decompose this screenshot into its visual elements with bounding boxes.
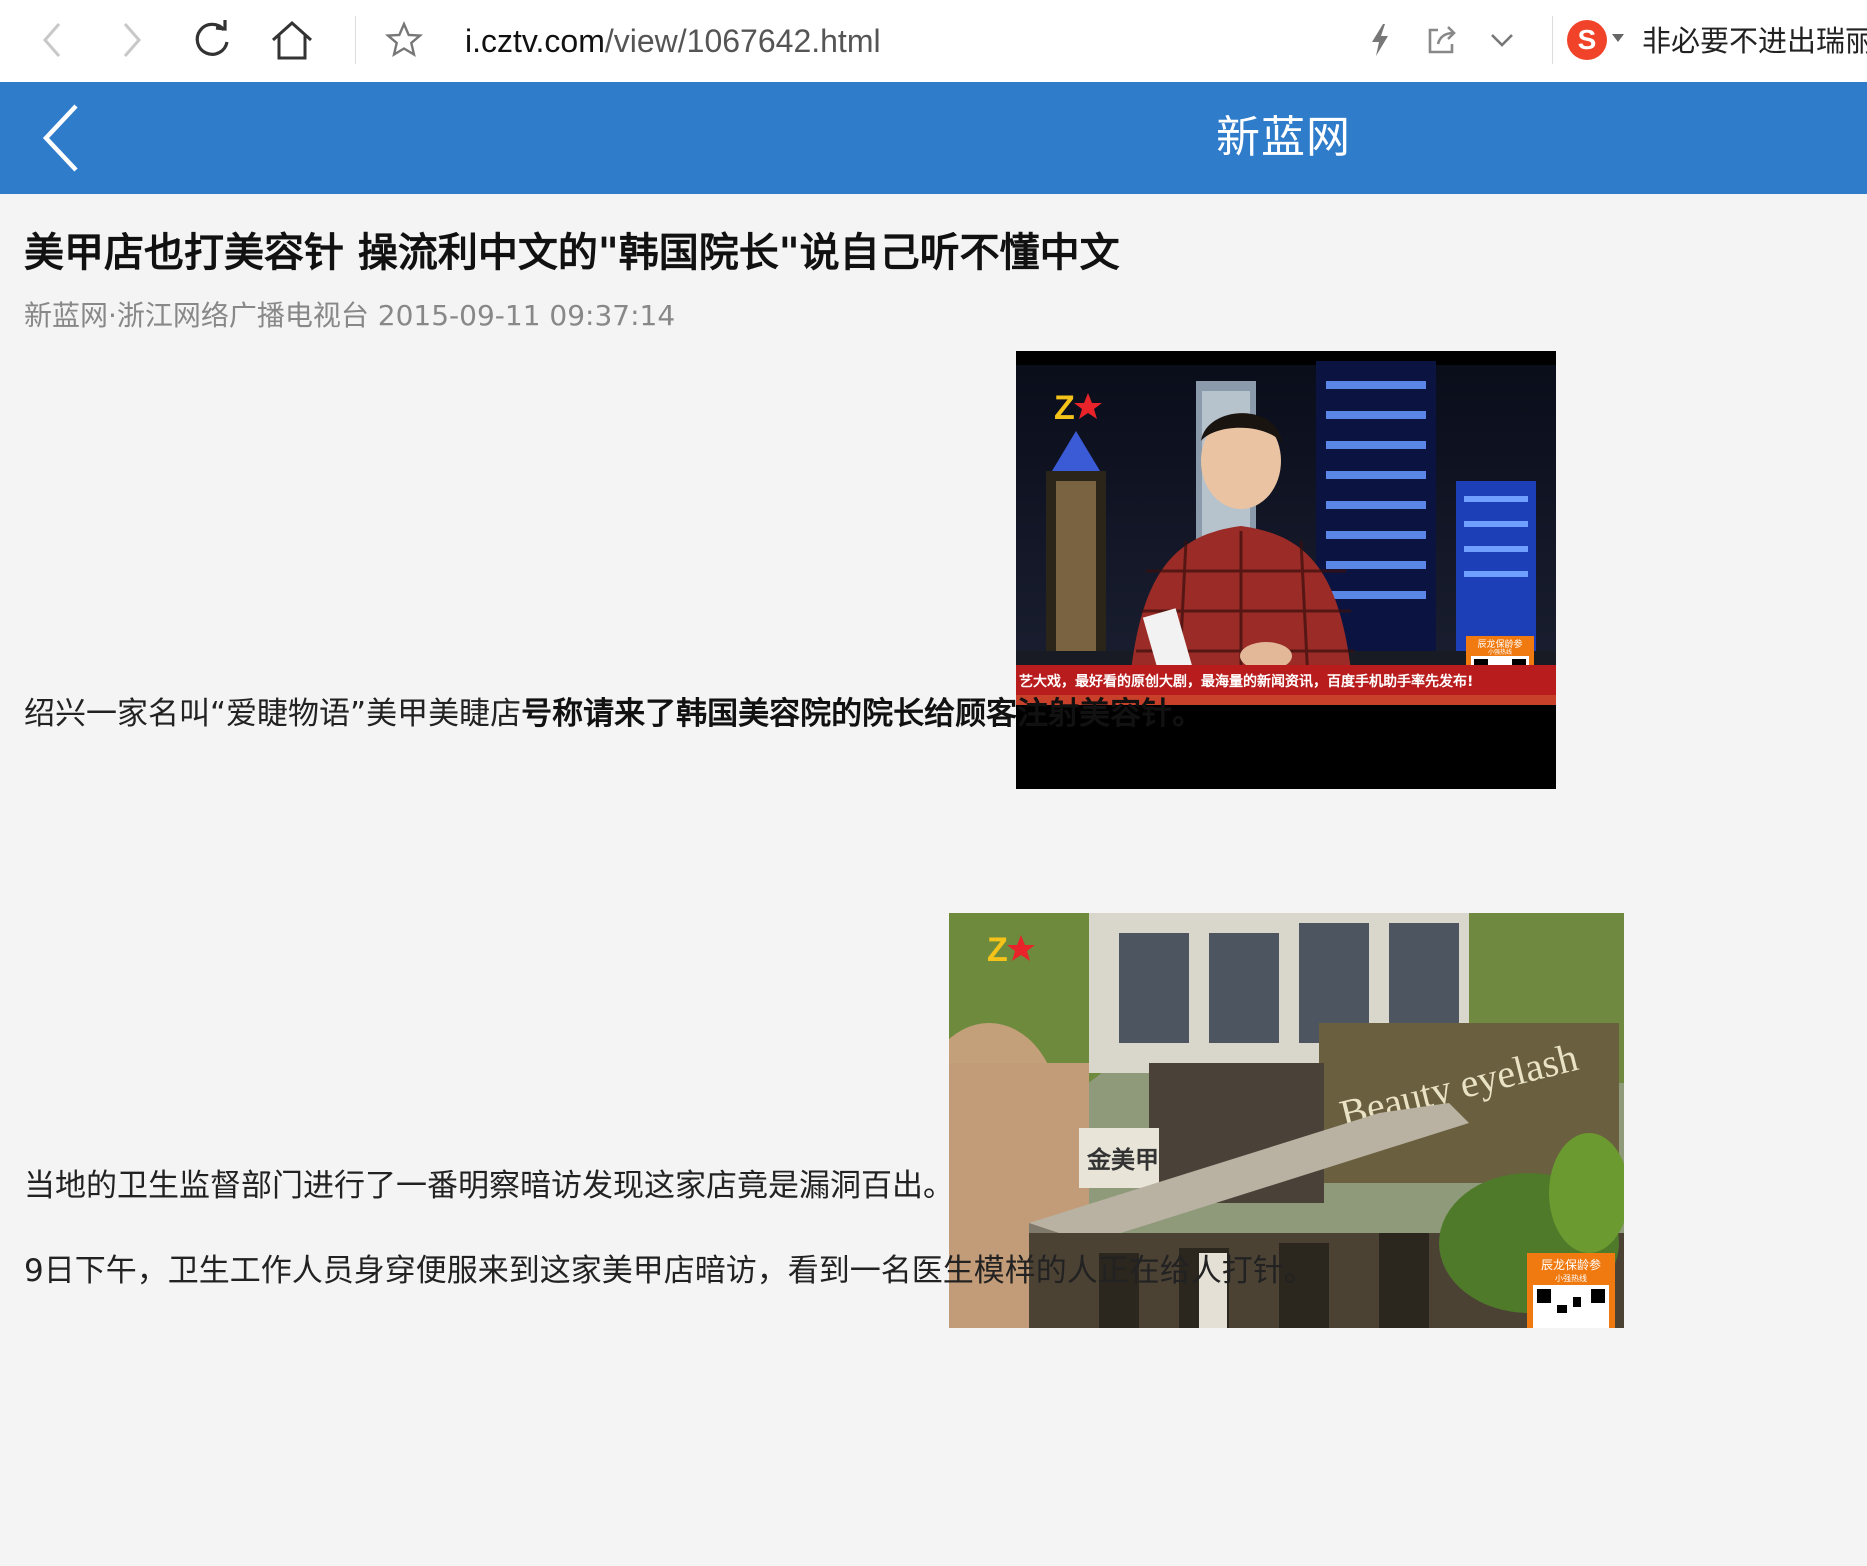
paragraph-1: 绍兴一家名叫“爱睫物语”美甲美睫店号称请来了韩国美容院的院长给顾客注射美容针。: [24, 688, 1203, 733]
lightning-icon[interactable]: [1356, 16, 1404, 64]
share-icon[interactable]: [1418, 16, 1466, 64]
paragraph-3: 9日下午，卫生工作人员身穿便服来到这家美甲店暗访，看到一名医生模样的人正在给人打…: [24, 1253, 1315, 1289]
paragraph-1-bold: 号称请来了韩国美容院的院长给顾客注射美容针。: [521, 696, 1204, 732]
article-meta: 新蓝网·浙江网络广播电视台 2015-09-11 09:37:14: [24, 299, 676, 332]
back-button[interactable]: [30, 98, 90, 178]
site-title: 新蓝网: [0, 82, 1867, 194]
browser-toolbar: i.cztv.com/view/1067642.html S 非必要不进出瑞丽: [0, 0, 1867, 83]
site-title-text: 新蓝网: [1216, 112, 1351, 163]
toolbar-divider: [1552, 16, 1553, 64]
qr-badge-subtitle: 小强热线: [1555, 1273, 1587, 1283]
address-bar[interactable]: i.cztv.com/view/1067642.html: [465, 20, 881, 62]
paragraph-2: 当地的卫生监督部门进行了一番明察暗访发现这家店竟是漏洞百出。: [24, 1168, 954, 1204]
qr-badge-title: 辰龙保龄参: [1541, 1257, 1601, 1272]
back-arrow-icon[interactable]: [28, 16, 76, 64]
article-headline: 美甲店也打美容针 操流利中文的"韩国院长"说自己听不懂中文: [24, 230, 1120, 276]
svg-text:Z: Z: [1054, 389, 1075, 427]
door-sign: 金美甲: [1086, 1146, 1159, 1174]
sogou-icon[interactable]: S: [1567, 20, 1607, 60]
url-path: /view/1067642.html: [604, 23, 881, 59]
url-host: i.cztv.com: [465, 23, 605, 59]
paragraph-1-text: 绍兴一家名叫“爱睫物语”美甲美睫店: [24, 696, 522, 732]
star-bookmark-icon[interactable]: [380, 16, 428, 64]
caret-down-icon[interactable]: [1612, 34, 1624, 42]
chevron-left-icon: [42, 104, 78, 172]
extension-news-text[interactable]: 非必要不进出瑞丽: [1642, 20, 1867, 62]
site-header: 新蓝网: [0, 82, 1867, 194]
toolbar-divider: [355, 16, 356, 64]
chevron-down-icon[interactable]: [1478, 16, 1526, 64]
reload-icon[interactable]: [188, 16, 236, 64]
forward-arrow-icon[interactable]: [108, 16, 156, 64]
svg-text:Z: Z: [987, 931, 1008, 969]
qr-badge-subtitle: 小强热线: [1488, 648, 1512, 656]
home-icon[interactable]: [268, 16, 316, 64]
